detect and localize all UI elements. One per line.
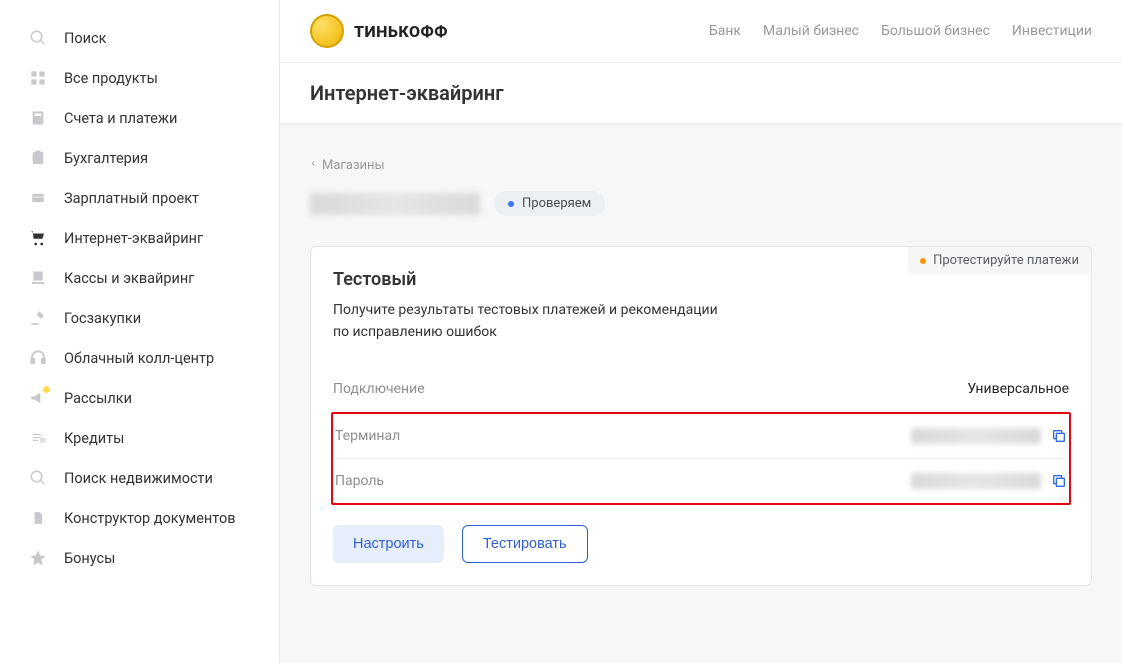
sidebar-item-label: Конструктор документов (64, 510, 251, 527)
copy-terminal-button[interactable] (1051, 428, 1067, 444)
topnav-invest[interactable]: Инвестиции (1012, 23, 1092, 39)
configure-button[interactable]: Настроить (333, 525, 444, 563)
sidebar-item-callcenter[interactable]: Облачный колл-центр (0, 338, 279, 378)
card-badge-label: Протестируйте платежи (933, 253, 1079, 268)
sidebar-item-label: Бухгалтерия (64, 150, 251, 167)
brand-logo-icon (310, 14, 344, 48)
shop-name-redacted (310, 193, 480, 215)
sidebar-item-label: Зарплатный проект (64, 190, 251, 207)
sidebar-item-label: Бонусы (64, 550, 251, 567)
headset-icon (28, 348, 48, 368)
topbar: ТИНЬКОФФ Банк Малый бизнес Большой бизне… (280, 0, 1122, 63)
main: ТИНЬКОФФ Банк Малый бизнес Большой бизне… (280, 0, 1122, 663)
sidebar-item-payroll[interactable]: Зарплатный проект (0, 178, 279, 218)
terminal-row: Терминал (335, 414, 1067, 459)
calculator-icon (28, 108, 48, 128)
status-badge: Проверяем (494, 191, 605, 216)
sidebar-item-realestate[interactable]: Поиск недвижимости (0, 458, 279, 498)
password-row: Пароль (335, 459, 1067, 503)
connection-row: Подключение Универсальное (333, 367, 1069, 412)
topnav-bank[interactable]: Банк (709, 23, 741, 39)
sidebar-item-label: Кассы и эквайринг (64, 270, 251, 287)
sidebar-item-broadcast[interactable]: Рассылки (0, 378, 279, 418)
connection-label: Подключение (333, 381, 513, 397)
page-title: Интернет-эквайринг (310, 81, 1092, 105)
sidebar-item-label: Поиск недвижимости (64, 470, 251, 487)
wallet-icon (28, 188, 48, 208)
terminal-value-redacted (911, 428, 1041, 444)
brand-name: ТИНЬКОФФ (354, 22, 448, 41)
breadcrumb[interactable]: Магазины (310, 158, 385, 173)
password-value-redacted (911, 473, 1041, 489)
page-title-bar: Интернет-эквайринг (280, 63, 1122, 124)
pos-icon (28, 268, 48, 288)
terminal-label: Терминал (335, 428, 515, 444)
sidebar-item-products[interactable]: Все продукты (0, 58, 279, 98)
sidebar-item-credits[interactable]: Кредиты (0, 418, 279, 458)
status-dot-icon (508, 201, 514, 207)
credentials-highlight: Терминал Пароль (331, 412, 1071, 505)
badge-dot-icon (920, 258, 926, 264)
sidebar: Поиск Все продукты Счета и платежи Бухга… (0, 0, 280, 663)
clipboard-icon (28, 148, 48, 168)
sidebar-item-search[interactable]: Поиск (0, 18, 279, 58)
copy-password-button[interactable] (1051, 473, 1067, 489)
chevron-left-icon (310, 158, 317, 173)
brand[interactable]: ТИНЬКОФФ (310, 14, 448, 48)
sidebar-item-acquiring[interactable]: Интернет-эквайринг (0, 218, 279, 258)
sidebar-item-accounts[interactable]: Счета и платежи (0, 98, 279, 138)
notification-dot (43, 386, 50, 393)
password-label: Пароль (335, 473, 515, 489)
search-icon (28, 28, 48, 48)
sidebar-item-bonuses[interactable]: Бонусы (0, 538, 279, 578)
document-icon (28, 508, 48, 528)
test-button[interactable]: Тестировать (462, 525, 588, 563)
sidebar-item-label: Облачный колл-центр (64, 350, 251, 367)
sidebar-item-label: Кредиты (64, 430, 251, 447)
sidebar-item-label: Госзакупки (64, 310, 251, 327)
card-badge: Протестируйте платежи (908, 247, 1091, 274)
sidebar-item-accounting[interactable]: Бухгалтерия (0, 138, 279, 178)
terminal-card: Протестируйте платежи Тестовый Получите … (310, 246, 1092, 586)
topnav-big-biz[interactable]: Большой бизнес (881, 23, 990, 39)
card-actions: Настроить Тестировать (311, 525, 1091, 585)
add-list-icon (28, 428, 48, 448)
search-icon (28, 468, 48, 488)
grid-icon (28, 68, 48, 88)
megaphone-icon (28, 388, 48, 408)
connection-value: Универсальное (967, 381, 1069, 397)
sidebar-item-tenders[interactable]: Госзакупки (0, 298, 279, 338)
sidebar-item-label: Интернет-эквайринг (64, 230, 251, 247)
sidebar-item-label: Счета и платежи (64, 110, 251, 127)
sidebar-item-label: Рассылки (64, 390, 251, 407)
breadcrumb-label: Магазины (322, 158, 385, 173)
card-description: Получите результаты тестовых платежей и … (333, 300, 1069, 343)
gavel-icon (28, 308, 48, 328)
sidebar-item-label: Все продукты (64, 70, 251, 87)
sidebar-item-pos[interactable]: Кассы и эквайринг (0, 258, 279, 298)
topnav-small-biz[interactable]: Малый бизнес (763, 23, 859, 39)
content: Магазины Проверяем Протестируйте платежи… (280, 124, 1122, 663)
cart-icon (28, 228, 48, 248)
sidebar-item-label: Поиск (64, 30, 251, 47)
sidebar-item-docbuilder[interactable]: Конструктор документов (0, 498, 279, 538)
status-label: Проверяем (522, 196, 591, 211)
star-icon (28, 548, 48, 568)
topnav: Банк Малый бизнес Большой бизнес Инвести… (709, 23, 1092, 39)
shop-header: Проверяем (310, 191, 1092, 216)
